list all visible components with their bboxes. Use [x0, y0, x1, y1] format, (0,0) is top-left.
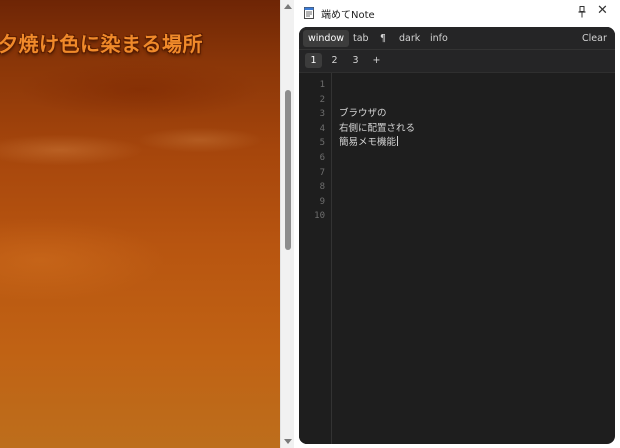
tab-2[interactable]: 2 [326, 53, 343, 68]
tab-button[interactable]: tab [348, 30, 374, 47]
line-number: 6 [319, 153, 325, 163]
line-number: 10 [314, 211, 325, 222]
window-button[interactable]: window [303, 30, 350, 47]
text-line: ブラウザの [339, 108, 387, 120]
text-line: 右側に配置される [339, 122, 416, 134]
tab-3[interactable]: 3 [347, 53, 364, 68]
info-button[interactable]: info [425, 30, 453, 47]
pilcrow-toggle-button[interactable]: ¶ [375, 30, 391, 47]
line-number: 1 [319, 80, 325, 90]
clear-button[interactable]: Clear [577, 30, 612, 47]
line-number: 7 [319, 167, 325, 178]
page-headline: 夕焼け色に染まる場所 [0, 32, 203, 56]
line-number: 9 [319, 196, 325, 207]
text-cursor [397, 136, 399, 147]
note-tabs: 1 2 3 + [299, 50, 615, 73]
line-number: 2 [319, 94, 325, 105]
page-scrollbar[interactable] [280, 0, 294, 448]
tab-1[interactable]: 1 [305, 53, 322, 68]
editor-toolbar: window tab ¶ dark info Clear [299, 27, 615, 50]
text-line-content: 簡易メモ機能 [339, 137, 397, 149]
line-number: 5 [319, 138, 325, 149]
add-tab-button[interactable]: + [368, 53, 385, 68]
line-number: 8 [319, 182, 325, 193]
close-icon[interactable]: ✕ [597, 4, 608, 18]
side-panel: 端めてNote ✕ window tab ¶ dark info Clear 1… [294, 0, 620, 448]
panel-header: 端めてNote ✕ [294, 0, 620, 26]
line-number-gutter: 1 2 3 4 5 6 7 8 9 10 [299, 73, 332, 444]
line-number: 4 [319, 123, 325, 134]
scroll-up-arrow-icon[interactable] [284, 4, 292, 9]
panel-title: 端めてNote [321, 10, 375, 21]
screen: 夕焼け色に染まる場所 端めてNote ✕ window tab ¶ dark i… [0, 0, 620, 448]
dark-mode-button[interactable]: dark [394, 30, 425, 47]
line-number: 3 [319, 109, 325, 120]
scroll-thumb[interactable] [285, 90, 291, 250]
scroll-down-arrow-icon[interactable] [284, 439, 292, 444]
notepad-icon [304, 7, 314, 19]
note-editor: window tab ¶ dark info Clear 1 2 3 + 1 2… [299, 27, 615, 444]
pin-icon[interactable] [577, 6, 587, 18]
webpage-viewport: 夕焼け色に染まる場所 [0, 0, 280, 448]
text-line: 簡易メモ機能 [339, 136, 399, 151]
